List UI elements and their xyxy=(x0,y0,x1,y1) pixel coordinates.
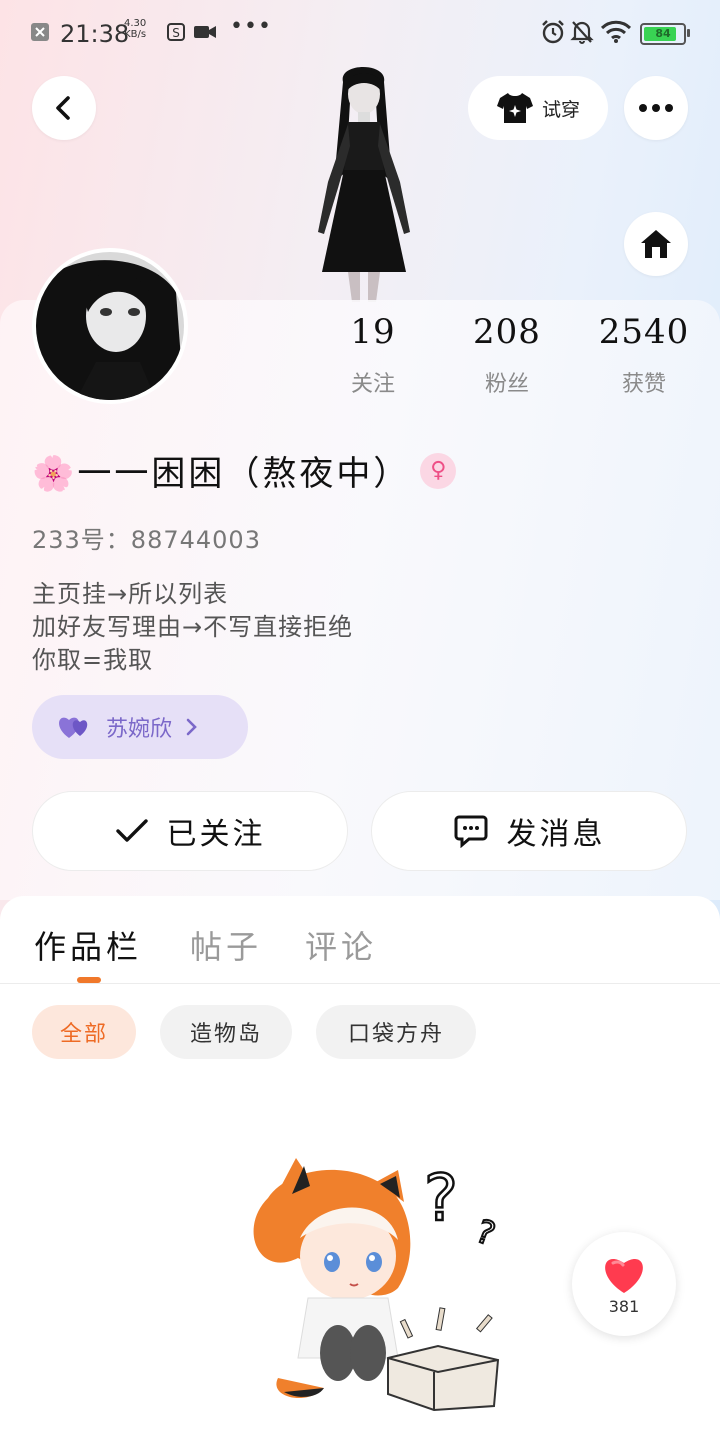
like-count: 381 xyxy=(608,1296,640,1316)
followed-label: 已关注 xyxy=(166,817,266,852)
battery-level: 84 xyxy=(655,27,671,40)
send-message-button[interactable]: 发消息 xyxy=(371,791,687,871)
tab-works[interactable]: 作品栏 xyxy=(34,922,142,968)
mute-bell-icon xyxy=(570,21,594,44)
battery-indicator: 84 xyxy=(640,23,690,45)
double-heart-icon xyxy=(59,717,88,738)
female-gender-icon: ♀ xyxy=(420,452,457,489)
video-camera-icon xyxy=(194,26,216,38)
chevron-right-icon xyxy=(186,718,197,736)
status-time: 21:38 xyxy=(60,20,130,48)
heart-icon xyxy=(605,1258,643,1293)
checkmark-icon xyxy=(115,819,148,842)
more-dots-icon xyxy=(639,104,673,112)
user-name: 🌸一一困困（熬夜中） xyxy=(32,454,411,494)
bio-line: 你取=我取 xyxy=(32,646,154,674)
screenshot-app-icon: S xyxy=(167,23,185,41)
bio-line: 加好友写理由→不写直接拒绝 xyxy=(32,613,354,641)
network-speed-value: 4.30 xyxy=(124,18,147,29)
svg-text:?: ? xyxy=(424,1162,458,1236)
tshirt-sparkle-icon xyxy=(496,93,533,123)
avatar-image xyxy=(36,252,184,400)
couple-chip[interactable]: 苏婉欣 xyxy=(32,695,248,759)
back-button[interactable] xyxy=(32,76,96,140)
avatar-3d-figure[interactable] xyxy=(288,62,438,302)
home-button[interactable] xyxy=(624,212,688,276)
user-bio: 主页挂→所以列表 加好友写理由→不写直接拒绝 你取=我取 xyxy=(32,578,353,677)
tab-comments[interactable]: 评论 xyxy=(305,922,377,968)
tab-posts[interactable]: 帖子 xyxy=(190,922,262,968)
try-on-label: 试穿 xyxy=(541,98,580,121)
filter-creation-island[interactable]: 造物岛 xyxy=(160,1005,292,1059)
like-button[interactable]: 381 xyxy=(572,1232,676,1336)
stat-fans-label: 粉丝 xyxy=(484,372,529,397)
user-id[interactable]: 233号：88744003 xyxy=(32,520,261,555)
bio-line: 主页挂→所以列表 xyxy=(32,580,229,608)
try-on-button[interactable]: 试穿 xyxy=(468,76,608,140)
alarm-icon xyxy=(542,20,564,44)
followed-button[interactable]: 已关注 xyxy=(32,791,348,871)
stat-fans-value: 208 xyxy=(473,312,541,352)
stat-likes-value: 2540 xyxy=(598,312,690,352)
empty-state-illustration: ? ? xyxy=(253,1158,501,1412)
home-icon xyxy=(641,230,671,258)
stat-likes-label: 获赞 xyxy=(621,372,666,397)
wifi-icon xyxy=(600,20,632,43)
notification-blocked-icon xyxy=(31,23,49,41)
chevron-left-icon xyxy=(56,96,70,120)
name-row: 🌸一一困困（熬夜中） ♀ xyxy=(32,446,457,495)
avatar[interactable] xyxy=(32,248,188,404)
svg-text:?: ? xyxy=(471,1212,500,1254)
stat-fans[interactable]: 208 粉丝 xyxy=(437,312,577,398)
status-bar: 21:38 4.30 KB/s S ••• 84 xyxy=(0,0,720,66)
network-speed: 4.30 KB/s xyxy=(124,18,146,40)
more-options-button[interactable] xyxy=(624,76,688,140)
couple-name: 苏婉欣 xyxy=(106,717,173,742)
filter-all[interactable]: 全部 xyxy=(32,1005,136,1059)
stat-following-value: 19 xyxy=(350,312,396,352)
stat-following[interactable]: 19 关注 xyxy=(303,312,443,398)
send-message-label: 发消息 xyxy=(506,817,606,852)
chat-bubble-icon xyxy=(454,815,487,848)
filter-pocket-ark[interactable]: 口袋方舟 xyxy=(316,1005,476,1059)
tabs-divider xyxy=(0,983,720,984)
svg-text:S: S xyxy=(172,26,180,40)
network-speed-unit: KB/s xyxy=(124,29,147,40)
stat-likes[interactable]: 2540 获赞 xyxy=(574,312,714,398)
more-notifications-icon: ••• xyxy=(230,14,272,39)
stat-following-label: 关注 xyxy=(350,372,395,397)
